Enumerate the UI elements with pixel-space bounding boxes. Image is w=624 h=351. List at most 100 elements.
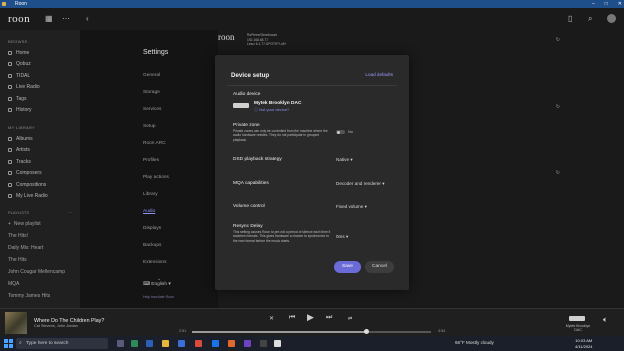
sidebar: BROWSE Home Qobuz TIDAL Live Radio Tags … (0, 30, 80, 308)
divider (227, 85, 397, 86)
library-header: MY LIBRARY (8, 125, 36, 130)
word-icon[interactable] (146, 340, 153, 347)
playlist-item[interactable]: The Hits (0, 254, 80, 266)
load-defaults-link[interactable]: Load defaults (365, 72, 393, 77)
top-bar: roon ▦ ⋯ ‹ ▯ ⌕ (0, 8, 624, 30)
tab-audio[interactable]: Audio (143, 209, 169, 226)
close-icon[interactable]: ✕ (618, 0, 622, 8)
tab-play-actions[interactable]: Play actions (143, 175, 169, 192)
new-playlist-button[interactable]: + New playlist (0, 218, 80, 230)
roon-app-icon (2, 2, 6, 6)
refresh-icon[interactable]: ↻ (556, 37, 560, 43)
tab-profiles[interactable]: Profiles (143, 158, 169, 175)
maximize-icon[interactable]: □ (605, 0, 608, 8)
next-icon[interactable]: ⏭ (326, 314, 332, 322)
firefox-icon[interactable] (228, 340, 235, 347)
volume-control-dropdown[interactable]: Fixed volume ▾ (336, 204, 367, 210)
device-info: RoPieee/Gearbroom 192.168.68.77 Linux 6.… (247, 33, 287, 47)
avatar[interactable] (607, 14, 616, 23)
tab-extensions[interactable]: Extensions (143, 260, 169, 277)
tab-storage[interactable]: Storage (143, 90, 169, 107)
private-zone-toggle[interactable] (336, 130, 345, 134)
taskbar-search-input[interactable]: ⌕ Type here to search (16, 338, 108, 349)
roon-ready-logo: roon (218, 32, 235, 42)
history-icon (8, 108, 12, 113)
track-icon (8, 159, 12, 164)
sidebar-item-tags[interactable]: Tags (0, 93, 80, 105)
sidebar-item-compositions[interactable]: Compositions (0, 179, 80, 191)
composition-icon (8, 182, 12, 187)
volume-icon[interactable]: 🔈︎ (603, 315, 608, 325)
sidebar-item-qobuz[interactable]: Qobuz (0, 59, 80, 71)
app-icon[interactable] (260, 340, 267, 347)
roon-logo: roon (8, 13, 31, 25)
sidebar-item-albums[interactable]: Albums (0, 133, 80, 145)
sidebar-item-artists[interactable]: Artists (0, 145, 80, 157)
zone-device-icon[interactable] (569, 316, 585, 321)
file-explorer-icon[interactable] (162, 340, 169, 347)
settings-nav: General Storage Services Setup Roon ARC … (143, 73, 169, 285)
tab-backups[interactable]: Backups (143, 243, 169, 260)
bookmark-icon[interactable]: ▯ (568, 14, 572, 23)
back-arrow-icon[interactable]: ‹ (86, 14, 89, 23)
sidebar-item-history[interactable]: History (0, 105, 80, 117)
tab-setup[interactable]: Setup (143, 124, 169, 141)
playlist-item[interactable]: Daily Mix: Heart (0, 242, 80, 254)
play-icon[interactable]: ▶ (307, 312, 314, 323)
resync-delay-dropdown[interactable]: 0ms ▾ (336, 234, 348, 240)
sidebar-item-composers[interactable]: Composers (0, 168, 80, 180)
dsd-dropdown[interactable]: Native ▾ (336, 157, 353, 163)
sidebar-item-home[interactable]: Home (0, 47, 80, 59)
caret-down-icon: ▾ (345, 234, 349, 239)
tab-library[interactable]: Library (143, 192, 169, 209)
sidebar-item-tracks[interactable]: Tracks (0, 156, 80, 168)
more-icon[interactable]: ⋯ (62, 14, 70, 23)
tab-roon-arc[interactable]: Roon ARC (143, 141, 169, 158)
track-artist[interactable]: Cat Stevens, John Jordan (34, 324, 78, 328)
save-button[interactable]: Save (334, 261, 361, 273)
task-view-icon[interactable] (117, 340, 124, 347)
tab-displays[interactable]: Displays (143, 226, 169, 243)
playlist-item[interactable]: John Cougar Mellencamp (0, 266, 80, 278)
system-clock[interactable]: 10:03 AM 4/11/2024 (575, 338, 593, 349)
shuffle-icon[interactable]: ✕ (269, 315, 274, 322)
tab-services[interactable]: Services (143, 107, 169, 124)
app-icon[interactable] (195, 340, 202, 347)
progress-bar[interactable] (192, 329, 431, 334)
roon-taskbar-icon[interactable] (274, 340, 281, 347)
playlist-item[interactable]: Tommy James Hits (0, 290, 80, 302)
playlists-header[interactable]: PLAYLISTS ⋯ (8, 210, 72, 215)
not-your-device-link[interactable]: ⓘ Not your device? (254, 107, 289, 113)
mqa-dropdown[interactable]: Decoder and renderer ▾ (336, 181, 385, 187)
zone-name[interactable]: Mytek Brooklyn DAC (564, 324, 592, 333)
minimize-icon[interactable]: – (592, 0, 595, 8)
windows-start-icon[interactable] (4, 339, 13, 348)
playlist-item[interactable]: The Hits! (0, 230, 80, 242)
help-translate-link[interactable]: Help translate Roon (143, 295, 174, 299)
more-icon[interactable]: ⋯ (68, 210, 72, 215)
repeat-icon[interactable]: ⇄ (348, 316, 352, 322)
cancel-button[interactable]: Cancel (365, 261, 394, 273)
refresh-icon[interactable]: ↻ (556, 104, 560, 110)
resync-delay-label: Resync Delay (233, 224, 263, 229)
teams-icon[interactable] (244, 340, 251, 347)
sidebar-item-my-live-radio[interactable]: My Live Radio (0, 191, 80, 203)
browse-header: BROWSE (8, 39, 28, 44)
album-art[interactable] (5, 312, 27, 334)
sidebar-item-live-radio[interactable]: Live Radio (0, 82, 80, 94)
progress-handle[interactable] (363, 329, 369, 334)
home-icon (8, 50, 12, 55)
language-select[interactable]: ⌨ English ▾ (143, 282, 171, 287)
grid-icon[interactable]: ▦ (45, 14, 53, 23)
refresh-icon[interactable]: ↻ (556, 170, 560, 176)
playlist-item[interactable]: MQA (0, 278, 80, 290)
sidebar-item-tidal[interactable]: TIDAL (0, 70, 80, 82)
search-icon[interactable]: ⌕ (588, 14, 592, 24)
elapsed-time: 2:51 (179, 329, 187, 333)
excel-icon[interactable] (131, 340, 138, 347)
previous-icon[interactable]: ⏮ (289, 314, 295, 322)
edge-icon[interactable] (178, 340, 185, 347)
weather-widget[interactable]: 66°F Mostly cloudy (455, 340, 494, 345)
tab-general[interactable]: General (143, 73, 169, 90)
outlook-icon[interactable] (212, 340, 219, 347)
